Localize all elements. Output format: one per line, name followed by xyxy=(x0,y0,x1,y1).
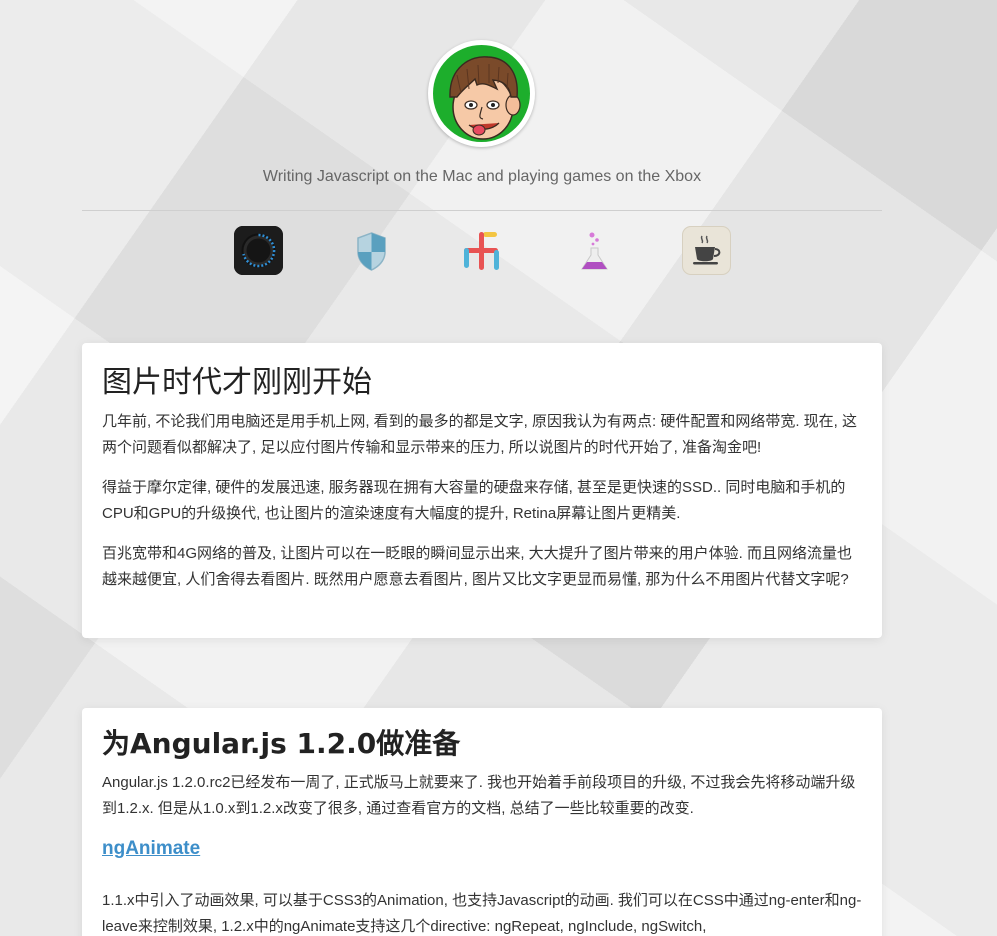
post-card: 为Angular.js 1.2.0做准备 Angular.js 1.2.0.rc… xyxy=(82,708,882,936)
avatar-cartoon-face xyxy=(433,45,530,142)
post-title[interactable]: 图片时代才刚刚开始 xyxy=(102,357,862,401)
tagline: Writing Javascript on the Mac and playin… xyxy=(262,168,702,185)
shield-app-icon[interactable] xyxy=(347,226,396,275)
site-header: Writing Javascript on the Mac and playin… xyxy=(0,0,997,300)
post-paragraph: 百兆宽带和4G网络的普及, 让图片可以在一眨眼的瞬间显示出来, 大大提升了图片带… xyxy=(102,545,853,588)
post-title[interactable]: 为Angular.js 1.2.0做准备 xyxy=(102,722,862,762)
post-paragraph: 得益于摩尔定律, 硬件的发展迅速, 服务器现在拥有大容量的硬盘来存储, 甚至是更… xyxy=(102,479,846,522)
post-paragraph: 几年前, 不论我们用电脑还是用手机上网, 看到的最多的都是文字, 原因我认为有两… xyxy=(102,413,858,456)
post-paragraph: Angular.js 1.2.0.rc2已经发布一周了, 正式版马上就要来了. … xyxy=(102,774,856,817)
header-divider xyxy=(82,210,882,211)
dial-app-icon[interactable] xyxy=(234,226,283,275)
flask-app-icon[interactable] xyxy=(570,226,619,275)
section-link-nganimate[interactable]: ngAnimate xyxy=(102,838,200,860)
avatar[interactable] xyxy=(428,40,535,147)
blocks-app-icon[interactable] xyxy=(458,226,507,275)
post-card: 图片时代才刚刚开始 几年前, 不论我们用电脑还是用手机上网, 看到的最多的都是文… xyxy=(82,343,882,638)
post-paragraph: 1.1.x中引入了动画效果, 可以基于CSS3的Animation, 也支持Ja… xyxy=(102,892,862,935)
coffee-app-icon[interactable] xyxy=(682,226,731,275)
